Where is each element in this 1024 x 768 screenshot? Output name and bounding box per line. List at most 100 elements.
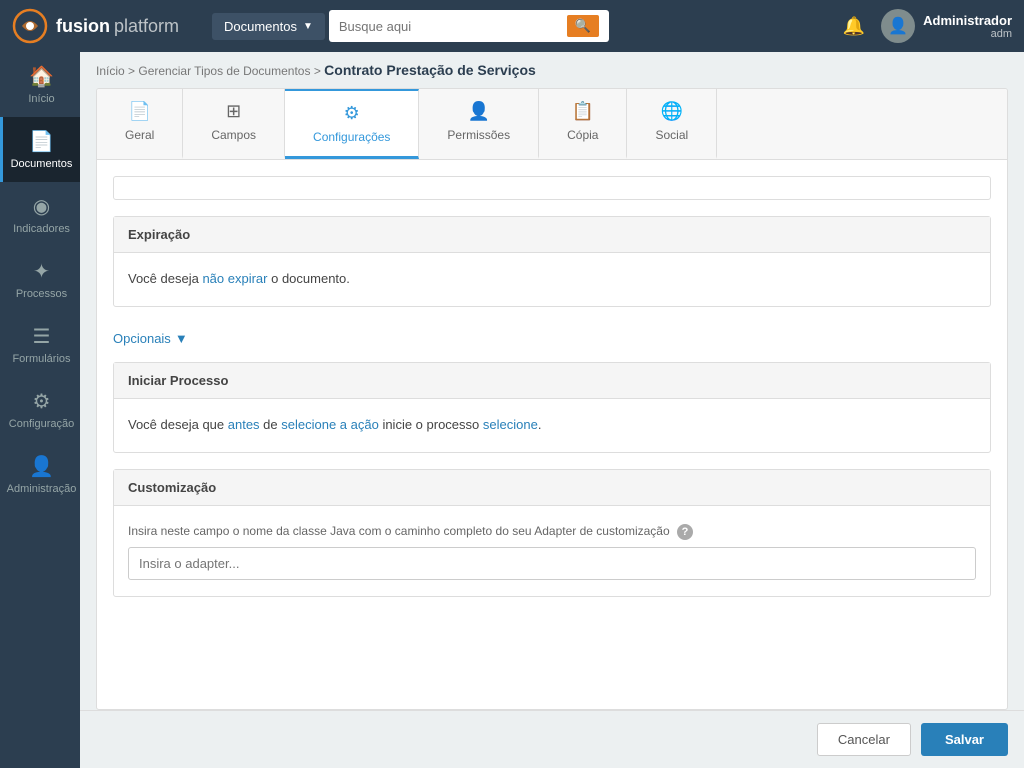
opcionais-toggle[interactable]: Opcionais ▼ [113,323,188,354]
sidebar-label-indicadores: Indicadores [13,223,70,235]
sidebar-label-processos: Processos [16,288,67,300]
top-nav-right: 🔔 👤 Administrador adm [843,9,1012,43]
geral-tab-icon: 📄 [128,101,150,122]
main-layout: 🏠 Início 📄 Documentos ◉ Indicadores ✦ Pr… [0,52,1024,768]
sidebar-item-documentos[interactable]: 📄 Documentos [0,117,80,182]
cancel-button[interactable]: Cancelar [817,723,911,756]
app-logo: fusion platform [12,8,192,44]
iniciar-processo-title: Iniciar Processo [128,373,228,388]
documents-dropdown-label: Documentos [224,19,297,34]
documents-icon: 📄 [29,129,54,154]
expiracao-text-before: Você deseja [128,271,202,286]
expiracao-section: Expiração Você deseja não expirar o docu… [113,216,991,307]
search-button[interactable]: 🔍 [567,15,599,37]
home-icon: 🏠 [29,64,54,89]
document-panel: 📄 Geral ⊞ Campos ⚙ Configurações 👤 Permi… [96,88,1008,710]
breadcrumb-gerenciar[interactable]: Gerenciar Tipos de Documentos [138,64,310,78]
tab-permissoes-label: Permissões [447,128,510,142]
sidebar-item-formularios[interactable]: ☰ Formulários [0,312,80,377]
copia-tab-icon: 📋 [572,101,594,122]
sidebar-item-processos[interactable]: ✦ Processos [0,247,80,312]
footer: Cancelar Salvar [80,710,1024,768]
iniciar-processo-section: Iniciar Processo Você deseja que antes d… [113,362,991,453]
breadcrumb-inicio[interactable]: Início [96,64,125,78]
customizacao-title: Customização [128,480,216,495]
campos-tab-icon: ⊞ [226,101,241,122]
tab-geral[interactable]: 📄 Geral [97,89,183,159]
sidebar-label-documentos: Documentos [11,158,73,170]
customizacao-adapter-input[interactable] [128,547,976,580]
user-name: Administrador [923,13,1012,28]
partial-top-section [113,176,991,200]
app-name-light: platform [114,16,179,37]
dropdown-caret-icon: ▼ [303,21,313,32]
save-button[interactable]: Salvar [921,723,1008,756]
breadcrumb: Início > Gerenciar Tipos de Documentos >… [80,52,1024,88]
iniciar-text-mid1: de [260,417,282,432]
expiracao-body: Você deseja não expirar o documento. [114,253,990,306]
breadcrumb-current: Contrato Prestação de Serviços [324,62,536,78]
tab-configuracoes[interactable]: ⚙ Configurações [285,89,419,159]
help-icon[interactable]: ? [677,524,693,540]
avatar: 👤 [881,9,915,43]
expiracao-title: Expiração [128,227,190,242]
search-input[interactable] [339,19,563,34]
permissoes-tab-icon: 👤 [468,101,490,122]
iniciar-processo-header: Iniciar Processo [114,363,990,399]
tab-configuracoes-label: Configurações [313,130,390,144]
expiracao-text-after: o documento. [268,271,350,286]
customizacao-header: Customização [114,470,990,506]
content-area: Início > Gerenciar Tipos de Documentos >… [80,52,1024,768]
breadcrumb-sep1: > [128,64,138,78]
user-area[interactable]: 👤 Administrador adm [881,9,1012,43]
sidebar-label-configuracao: Configuração [9,418,74,430]
tab-geral-label: Geral [125,128,154,142]
iniciar-text-before: Você deseja que [128,417,228,432]
tab-copia-label: Cópia [567,128,598,142]
processes-icon: ✦ [33,259,50,284]
breadcrumb-sep2: > [314,64,324,78]
sidebar-item-indicadores[interactable]: ◉ Indicadores [0,182,80,247]
sidebar-label-formularios: Formulários [12,353,70,365]
sidebar: 🏠 Início 📄 Documentos ◉ Indicadores ✦ Pr… [0,52,80,768]
panel-content: Expiração Você deseja não expirar o docu… [97,160,1007,709]
customizacao-field-label: Insira neste campo o nome da classe Java… [128,522,976,541]
documents-dropdown[interactable]: Documentos ▼ [212,13,325,40]
forms-icon: ☰ [33,324,51,349]
sidebar-item-administracao[interactable]: 👤 Administração [0,442,80,507]
notification-bell-icon[interactable]: 🔔 [843,16,865,37]
expiracao-header: Expiração [114,217,990,253]
tab-social[interactable]: 🌐 Social [627,89,717,159]
settings-icon: ⚙ [33,389,51,414]
app-name-bold: fusion [56,16,110,37]
sidebar-item-inicio[interactable]: 🏠 Início [0,52,80,117]
iniciar-link-selecione-acao[interactable]: selecione a ação [281,417,379,432]
customizacao-section: Customização Insira neste campo o nome d… [113,469,991,597]
opcionais-caret-icon: ▼ [175,331,188,346]
customizacao-label-text: Insira neste campo o nome da classe Java… [128,524,670,538]
tab-copia[interactable]: 📋 Cópia [539,89,627,159]
iniciar-processo-body: Você deseja que antes de selecione a açã… [114,399,990,452]
opcionais-label: Opcionais [113,331,171,346]
user-info: Administrador adm [923,13,1012,40]
iniciar-text-end: . [538,417,542,432]
search-bar: 🔍 [329,10,609,42]
user-role: adm [991,28,1012,40]
social-tab-icon: 🌐 [661,101,683,122]
iniciar-link-antes[interactable]: antes [228,417,260,432]
customizacao-body: Insira neste campo o nome da classe Java… [114,506,990,596]
tab-permissoes[interactable]: 👤 Permissões [419,89,539,159]
iniciar-text-mid2: inicie o processo [379,417,483,432]
tab-campos[interactable]: ⊞ Campos [183,89,285,159]
configuracoes-tab-icon: ⚙ [344,103,360,124]
logo-icon [12,8,48,44]
sidebar-item-configuracao[interactable]: ⚙ Configuração [0,377,80,442]
expiracao-link[interactable]: não expirar [202,271,267,286]
iniciar-link-selecione[interactable]: selecione [483,417,538,432]
tabs-bar: 📄 Geral ⊞ Campos ⚙ Configurações 👤 Permi… [97,89,1007,160]
indicators-icon: ◉ [33,194,50,219]
sidebar-label-administracao: Administração [7,483,77,495]
sidebar-label-inicio: Início [28,93,54,105]
tab-social-label: Social [655,128,688,142]
tab-campos-label: Campos [211,128,256,142]
